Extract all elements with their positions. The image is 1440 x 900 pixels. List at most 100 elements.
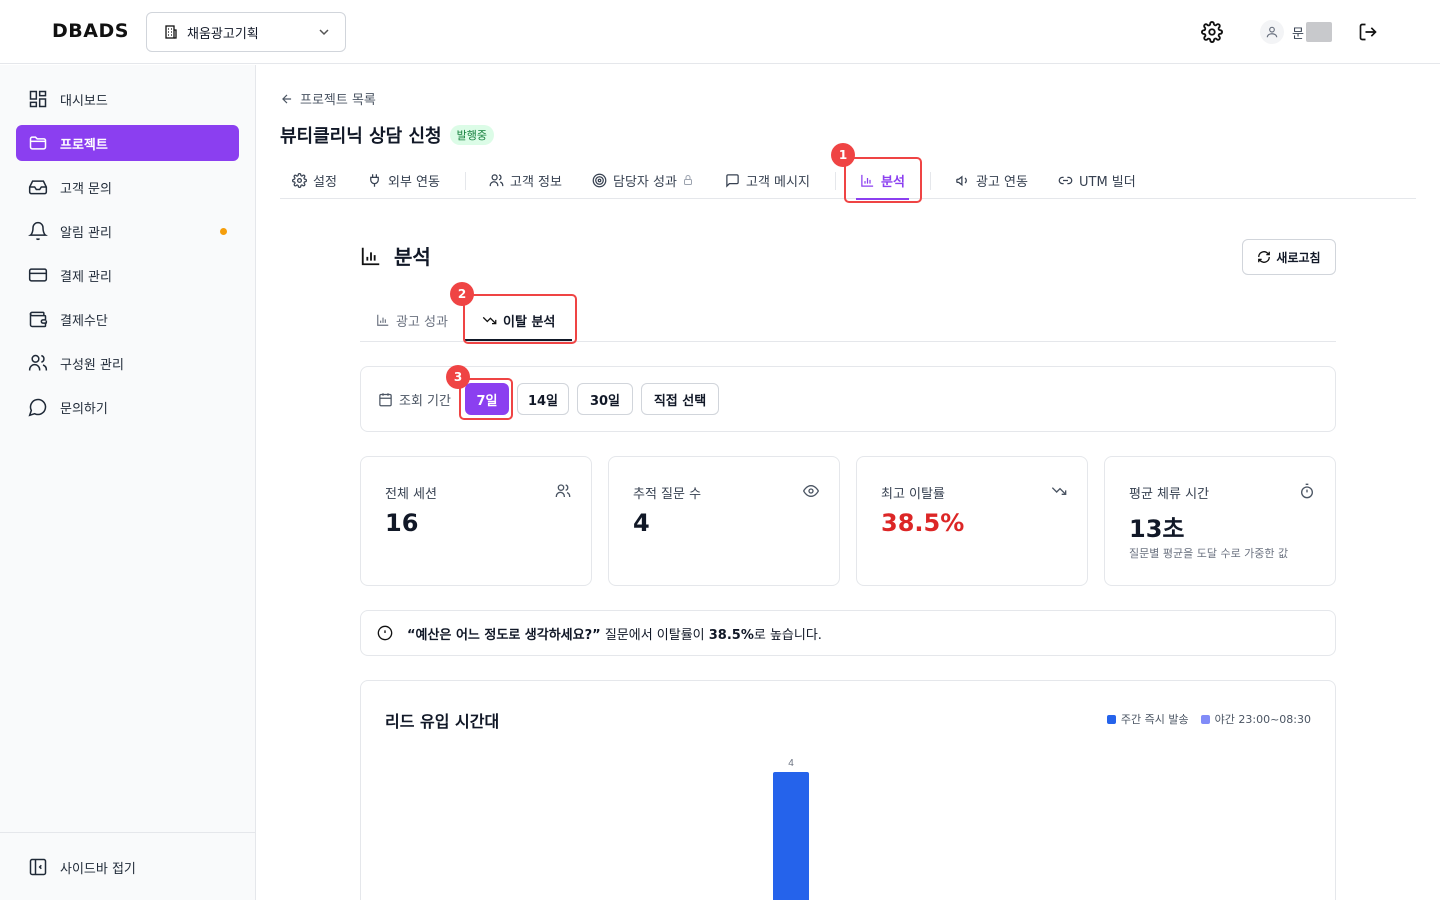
- settings-button[interactable]: [1200, 20, 1224, 44]
- legend-item-night[interactable]: 야간 23:00~08:30: [1200, 711, 1311, 727]
- alert-rate: 38.5%: [708, 627, 754, 643]
- annotation-badge-3: 3: [446, 365, 470, 389]
- building-icon: [163, 24, 179, 40]
- tab-staff-performance[interactable]: 담당자 성과: [592, 162, 700, 198]
- lock-icon: [683, 175, 692, 185]
- chevron-down-icon: [317, 25, 331, 39]
- back-link-label: 프로젝트 목록: [300, 93, 376, 108]
- sidebar-item-dashboard[interactable]: 대시보드: [16, 81, 239, 117]
- chart-plot: 4: [773, 758, 809, 900]
- project-header: 뷰티클리닉 상담 신청 발행중: [280, 122, 494, 148]
- stat-card-total-sessions: 전체 세션 16: [360, 456, 592, 586]
- tab-divider: [930, 172, 931, 190]
- tab-utm-builder[interactable]: UTM 빌더: [1058, 162, 1136, 198]
- annotation-highlight-1: [844, 157, 922, 203]
- chart-bar[interactable]: [773, 772, 809, 900]
- refresh-label: 새로고침: [1276, 250, 1321, 265]
- sidebar-item-label: 고객 문의: [60, 181, 112, 197]
- dropoff-alert: “예산은 어느 정도로 생각하세요?” 질문에서 이탈률이 38.5%로 높습니…: [360, 610, 1336, 656]
- period-30d-button[interactable]: 30일: [577, 383, 633, 415]
- section-title: 분석: [394, 245, 431, 269]
- chart-legend: 주간 즉시 발송 야간 23:00~08:30: [1095, 711, 1311, 727]
- stat-label: 추적 질문 수: [633, 487, 702, 502]
- users-icon: [489, 173, 504, 186]
- tab-label: UTM 빌더: [1079, 174, 1136, 190]
- bell-icon: [28, 221, 48, 241]
- tab-label: 고객 정보: [510, 174, 562, 190]
- alert-end-text: 로 높습니다.: [753, 627, 822, 643]
- subtab-ad-performance[interactable]: 광고 성과: [376, 308, 448, 332]
- organization-name: 채움광고기획: [187, 26, 259, 42]
- tab-label: 담당자 성과: [613, 174, 677, 190]
- sidebar-item-label: 구성원 관리: [60, 357, 124, 373]
- user-name: 문: [1292, 26, 1304, 42]
- tab-customer-messages[interactable]: 고객 메시지: [725, 162, 810, 198]
- avatar: [1260, 20, 1284, 44]
- back-to-projects-link[interactable]: 프로젝트 목록: [280, 89, 376, 108]
- gear-icon: [1201, 21, 1223, 43]
- organization-select[interactable]: 채움광고기획: [146, 12, 346, 52]
- sidebar-item-label: 결제수단: [60, 313, 108, 329]
- timer-icon: [1301, 483, 1313, 499]
- folder-icon: [28, 133, 48, 153]
- sidebar-item-contact[interactable]: 문의하기: [16, 389, 239, 425]
- bar-chart-icon: [377, 314, 389, 326]
- annotation-highlight-2: [463, 294, 577, 344]
- alert-circle-icon: [377, 625, 393, 641]
- tab-divider: [465, 172, 466, 190]
- page-title: 뷰티클리닉 상담 신청: [280, 126, 442, 147]
- stat-label: 최고 이탈률: [881, 487, 945, 502]
- legend-item-daytime[interactable]: 주간 즉시 발송: [1106, 711, 1189, 727]
- logout-icon: [1359, 23, 1377, 41]
- stat-value: 4: [633, 509, 650, 537]
- sidebar-item-inquiries[interactable]: 고객 문의: [16, 169, 239, 205]
- sidebar-item-members[interactable]: 구성원 관리: [16, 345, 239, 381]
- users-icon: [555, 484, 571, 497]
- target-icon: [592, 173, 607, 187]
- tab-customer-info[interactable]: 고객 정보: [489, 162, 562, 198]
- tab-ad-integration[interactable]: 광고 연동: [955, 162, 1028, 198]
- period-14d-button[interactable]: 14일: [517, 383, 569, 415]
- user-icon: [1266, 26, 1278, 38]
- status-badge: 발행중: [449, 125, 494, 145]
- analysis-header: 분석: [360, 241, 431, 270]
- sidebar-item-billing[interactable]: 결제 관리: [16, 257, 239, 293]
- sidebar-item-label: 결제 관리: [60, 269, 112, 285]
- alert-mid-text: 질문에서 이탈률이: [600, 627, 709, 643]
- sidebar-item-label: 대시보드: [60, 93, 108, 109]
- calendar-icon: [379, 393, 392, 407]
- sidebar-collapse-button[interactable]: 사이드바 접기: [16, 849, 239, 885]
- tab-label: 설정: [313, 174, 337, 190]
- trending-down-icon: [1051, 487, 1067, 495]
- sidebar-item-projects[interactable]: 프로젝트: [16, 125, 239, 161]
- plug-icon: [370, 173, 379, 187]
- sidebar-item-label: 문의하기: [60, 401, 108, 417]
- legend-swatch: [1200, 714, 1210, 724]
- logout-button[interactable]: [1356, 20, 1380, 44]
- tab-label: 고객 메시지: [746, 174, 810, 190]
- notification-dot: [220, 228, 227, 235]
- stat-note: 질문별 평균을 도달 수로 가중한 값: [1129, 547, 1289, 560]
- megaphone-icon: [956, 174, 967, 186]
- sidebar-item-label: 알림 관리: [60, 225, 112, 241]
- stat-card-tracked-questions: 추적 질문 수 4: [608, 456, 840, 586]
- sidebar: 대시보드 프로젝트 고객 문의 알림 관리 결제 관리 결제수단 구성원 관리 …: [0, 65, 256, 900]
- wallet-icon: [28, 309, 48, 329]
- legend-label: 야간 23:00~08:30: [1214, 713, 1311, 726]
- top-header: DBADS 채움광고기획 문: [0, 0, 1440, 64]
- chart-title: 리드 유입 시간대: [385, 712, 500, 731]
- legend-label: 주간 즉시 발송: [1120, 713, 1189, 726]
- sidebar-item-payment-methods[interactable]: 결제수단: [16, 301, 239, 337]
- alert-question: “예산은 어느 정도로 생각하세요?”: [407, 627, 601, 643]
- refresh-button[interactable]: 새로고침: [1242, 239, 1336, 275]
- sidebar-item-notifications[interactable]: 알림 관리: [16, 213, 239, 249]
- annotation-badge-1: 1: [831, 143, 855, 167]
- tab-integrations[interactable]: 외부 연동: [367, 162, 440, 198]
- app-logo[interactable]: DBADS: [52, 20, 129, 42]
- user-menu[interactable]: 문: [1260, 20, 1332, 44]
- period-custom-button[interactable]: 직접 선택: [641, 383, 719, 415]
- tab-settings[interactable]: 설정: [292, 162, 337, 198]
- message-icon: [726, 173, 739, 188]
- sidebar-collapse-icon: [28, 857, 48, 877]
- stat-card-avg-dwell-time: 평균 체류 시간 13초 질문별 평균을 도달 수로 가중한 값: [1104, 456, 1336, 586]
